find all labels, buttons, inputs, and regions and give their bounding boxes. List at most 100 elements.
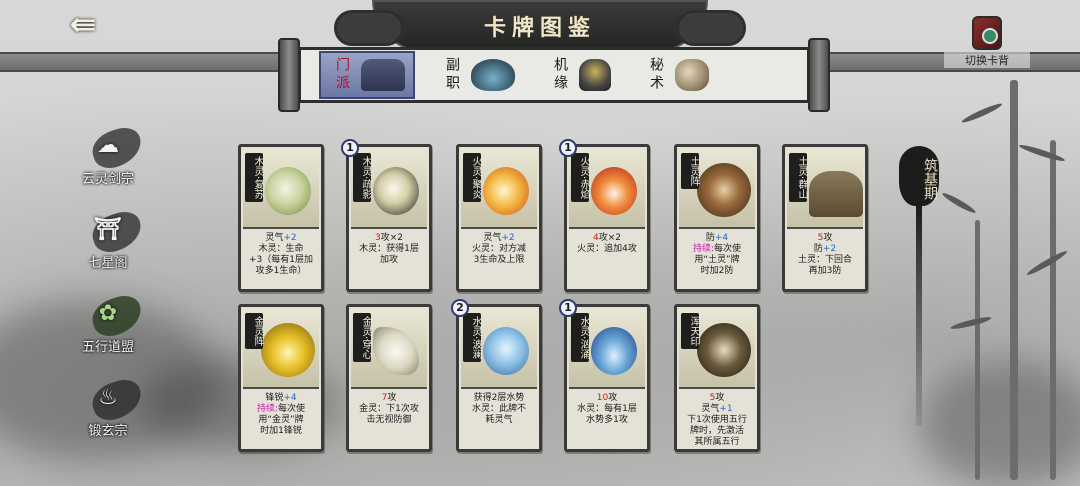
gourd-icon [675, 59, 709, 91]
card-art: 水灵·波澜 [461, 309, 537, 389]
card-art: 木灵·复苏 [243, 149, 319, 229]
card-text-segment: 金灵：下1次攻 [359, 404, 419, 414]
card-text-segment: 攻×2 [380, 233, 403, 243]
realm-label: 筑基期 [899, 146, 939, 206]
card-text-segment: 时加2防 [700, 266, 734, 276]
card-description-line: 持续:每次使 [244, 404, 318, 415]
card-description-line: 时加2防 [680, 266, 754, 277]
card-text-segment: 其所属五行 [694, 437, 740, 447]
card-text-segment: 耗灵气 [485, 415, 513, 425]
card-grid: 木灵·复苏 灵气+2 木灵：生命 +3（每有1层加 攻多1生命） 木灵·疏影 3攻×2 木灵：… [238, 139, 878, 486]
card[interactable]: 土灵·群山 5攻 防+2 土灵：下回合 再加3防 [782, 144, 868, 292]
bamboo-leaf [1018, 142, 1066, 164]
card-text-segment: 持续: [692, 244, 715, 254]
card-text-segment: +4 [283, 393, 297, 403]
card-description-line: 3攻×2 [352, 233, 426, 244]
card-description: 防+4 持续:每次使 用“土灵”牌 时加2防 [679, 233, 755, 287]
card-text-segment: 火灵：追加4攻 [577, 244, 637, 254]
card-text-segment: 每次使 [714, 244, 742, 254]
card-name: 木灵·疏影 [353, 153, 371, 203]
card-description: 灵气+2 火灵：对方减 3生命及上限 [461, 233, 537, 287]
card-description: 3攻×2 木灵：获得1层 加攻 [351, 233, 427, 287]
card[interactable]: 水灵·波澜 获得2层水势 水灵：此牌不 耗灵气 2 [451, 299, 542, 452]
card-art: 火灵·赤焰 [569, 149, 645, 229]
card-description-line: 4攻×2 [570, 233, 644, 244]
sect-item-seven-star[interactable]: ⛩ 七星阁 [60, 207, 156, 280]
card-illustration [373, 327, 419, 375]
card-description-line: 其所属五行 [680, 437, 754, 448]
card-description-line: 时加1锋锐 [244, 426, 318, 437]
card[interactable]: 金灵·穿心 7攻 金灵：下1次攻 击无视防御 [346, 304, 432, 452]
tab-side-job[interactable]: 副职 [431, 51, 523, 99]
category-tabs: 门派 副职 机缘 秘术 [298, 47, 810, 103]
tab-fortune[interactable]: 机缘 [539, 51, 619, 99]
realm-ink-line [916, 206, 922, 426]
card-description-line: 防+4 [680, 233, 754, 244]
card-text-segment: +2 [283, 233, 297, 243]
sect-item-forge[interactable]: ♨ 锻玄宗 [60, 375, 156, 448]
card-text-segment: 攻多1生命） [255, 266, 307, 276]
page-title: 卡牌图鉴 [483, 15, 596, 41]
card-description: 4攻×2 火灵：追加4攻 [569, 233, 645, 287]
tab-secret-art[interactable]: 秘术 [635, 51, 717, 99]
straw-hat-icon [471, 59, 515, 91]
sect-label: 七星阁 [88, 256, 128, 271]
card-text-segment: 水灵：此牌不 [471, 404, 526, 414]
card[interactable]: 土灵阵防+4 持续:每次使 用“土灵”牌 时加2防 [674, 144, 760, 292]
card[interactable]: 木灵·疏影 3攻×2 木灵：获得1层 加攻 1 [341, 139, 432, 292]
card-text-segment: 锋锐 [265, 393, 284, 403]
card-illustration [261, 323, 315, 377]
tab-sect[interactable]: 门派 [319, 51, 415, 99]
card[interactable]: 木灵·复苏 灵气+2 木灵：生命 +3（每有1层加 攻多1生命） [238, 144, 324, 292]
card-art: 水灵·汹涌 [569, 309, 645, 389]
card[interactable]: 金灵阵 锋锐+4 持续:每次使 用“金灵”牌 时加1锋锐 [238, 304, 324, 452]
card-description-line: 水灵：此牌不 [462, 404, 536, 415]
card-text-segment: 水灵：每有1层 [577, 404, 637, 414]
card-description-line: 防+2 [788, 244, 862, 255]
card-illustration [591, 167, 637, 215]
card[interactable]: 浑天印 5攻 灵气+1 下1次使用五行 牌时，先激活 其所属五行 [674, 304, 760, 452]
card[interactable]: 火灵·聚炎灵气+2 火灵：对方减 3生命及上限 [456, 144, 542, 292]
card[interactable]: 火灵·赤焰 4攻×2 火灵：追加4攻 1 [559, 139, 650, 292]
card-back-icon [972, 16, 1002, 50]
card-text-segment: +1 [719, 404, 733, 414]
card-description-line: 3生命及上限 [462, 255, 536, 266]
bamboo-leaf [1025, 248, 1069, 278]
tab-label: 机缘 [552, 57, 568, 93]
card-name: 金灵·穿心 [353, 313, 371, 363]
card-description-line: 10攻 [570, 393, 644, 404]
cloud-ornament [676, 10, 746, 46]
card-description-line: 火灵：追加4攻 [570, 244, 644, 255]
card-description-line: 水灵：每有1层 [570, 404, 644, 415]
card-description: 获得2层水势 水灵：此牌不 耗灵气 [461, 393, 537, 447]
card-name: 木灵·复苏 [245, 153, 263, 203]
card-art: 火灵·聚炎 [461, 149, 537, 229]
forge-icon: ♨ [86, 375, 147, 425]
card-name: 土灵阵 [681, 153, 699, 189]
back-arrow-icon: ⇚ [69, 5, 97, 43]
card-art: 浑天印 [679, 309, 755, 389]
card-text-segment: 下1次使用五行 [687, 415, 747, 425]
card-description-line: 加攻 [352, 255, 426, 266]
tab-label: 门派 [334, 57, 350, 93]
card[interactable]: 水灵·汹涌 10攻 水灵：每有1层 水势多1攻 1 [559, 299, 650, 452]
sect-item-five-elements[interactable]: ✿ 五行道盟 [60, 291, 156, 364]
card-name: 火灵·聚炎 [463, 153, 481, 203]
card-description-line: 用“金灵”牌 [244, 415, 318, 426]
card-name: 水灵·波澜 [463, 313, 481, 363]
card-text-segment: 10 [596, 393, 609, 403]
back-button[interactable]: ⇚ [60, 6, 106, 42]
card-description: 7攻 金灵：下1次攻 击无视防御 [351, 393, 427, 447]
card-text-segment: 木灵：获得1层 [359, 244, 419, 254]
card-description: 10攻 水灵：每有1层 水势多1攻 [569, 393, 645, 447]
switch-card-back-button[interactable]: 切换卡背 [944, 16, 1030, 72]
sect-gate-icon [361, 59, 405, 91]
card-description-line: +3（每有1层加 [244, 255, 318, 266]
sect-item-cloud-sword[interactable]: ☁ 云灵剑宗 [60, 123, 156, 196]
card-illustration [697, 163, 751, 217]
card-description-line: 灵气+2 [462, 233, 536, 244]
card-text-segment: 击无视防御 [366, 415, 412, 425]
card-name: 土灵·群山 [789, 153, 807, 203]
card-text-segment: 用“土灵”牌 [694, 255, 740, 265]
card-description-line: 金灵：下1次攻 [352, 404, 426, 415]
